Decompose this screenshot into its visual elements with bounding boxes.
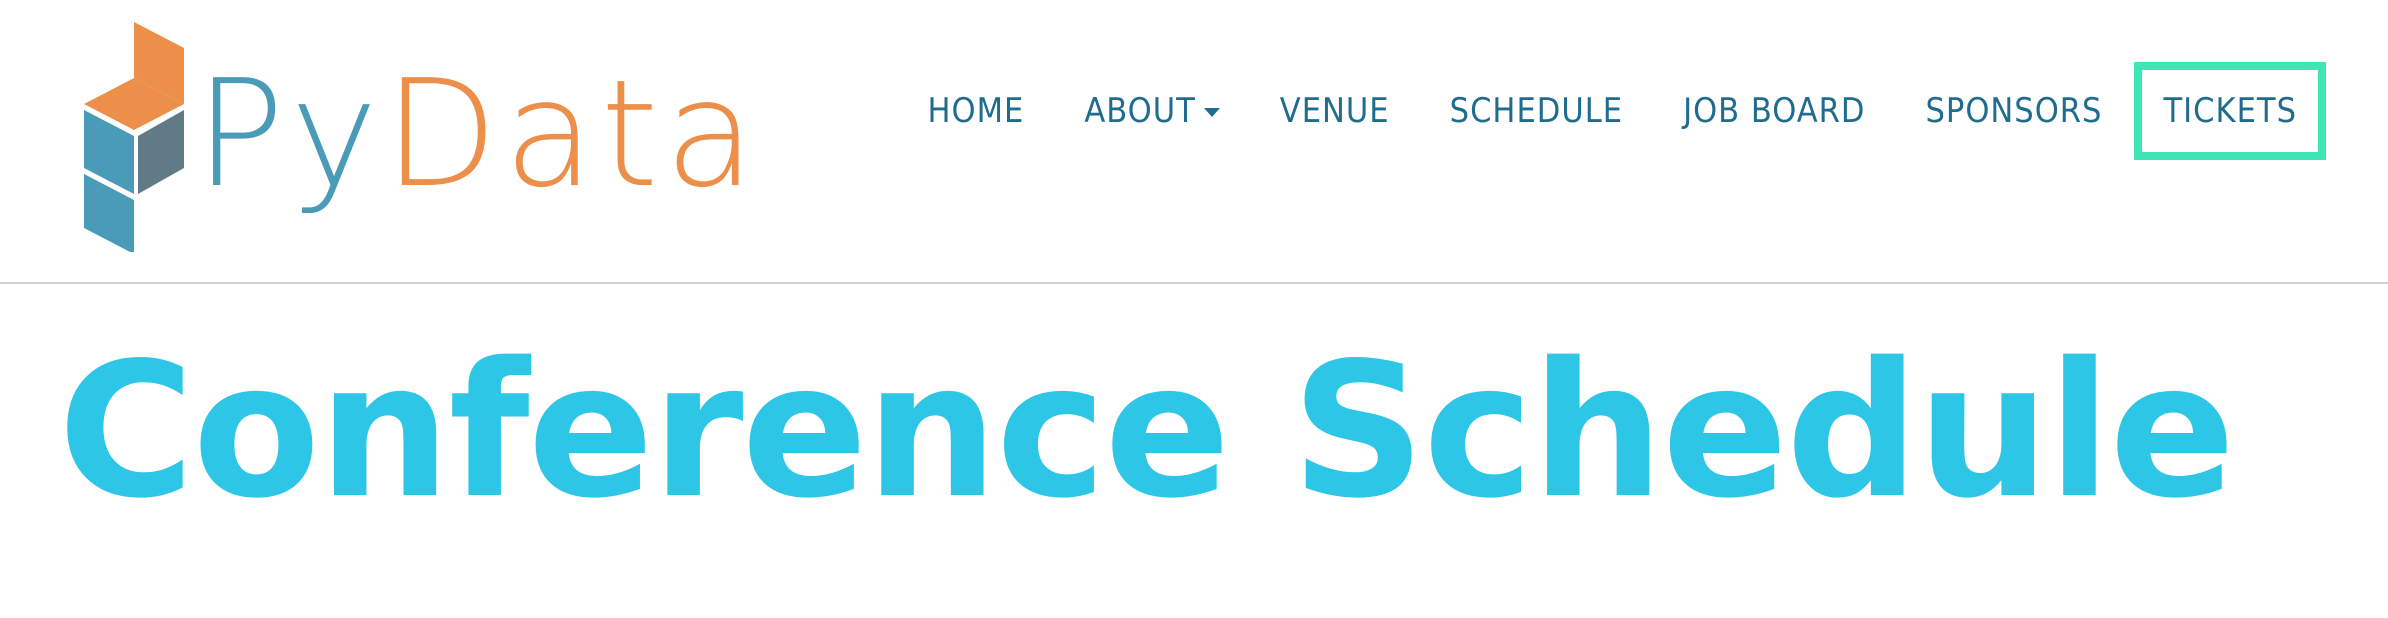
nav-sponsors[interactable]: SPONSORS	[1925, 91, 2102, 131]
caret-down-icon	[1203, 107, 1220, 117]
nav-about-label: ABOUT	[1084, 91, 1196, 131]
page-title: Conference Schedule	[58, 322, 2235, 539]
logo-text-py: Py	[195, 48, 384, 220]
nav-about[interactable]: ABOUT	[1084, 91, 1220, 131]
nav-venue[interactable]: VENUE	[1280, 91, 1390, 131]
nav-home[interactable]: HOME	[928, 91, 1025, 131]
nav-tickets-button[interactable]: TICKETS	[2134, 62, 2326, 160]
main-nav: HOME ABOUT VENUE SCHEDULE JOB BOARD SPON…	[928, 62, 2326, 160]
logo-wordmark: PyData	[195, 60, 761, 208]
nav-job-board[interactable]: JOB BOARD	[1683, 91, 1865, 131]
pydata-logo-mark-icon	[84, 22, 184, 252]
logo-text-data: Data	[383, 48, 762, 220]
nav-schedule[interactable]: SCHEDULE	[1450, 91, 1623, 131]
pydata-logo[interactable]: PyData	[80, 22, 755, 252]
site-header: PyData HOME ABOUT VENUE SCHEDULE JOB BOA…	[0, 0, 2388, 284]
